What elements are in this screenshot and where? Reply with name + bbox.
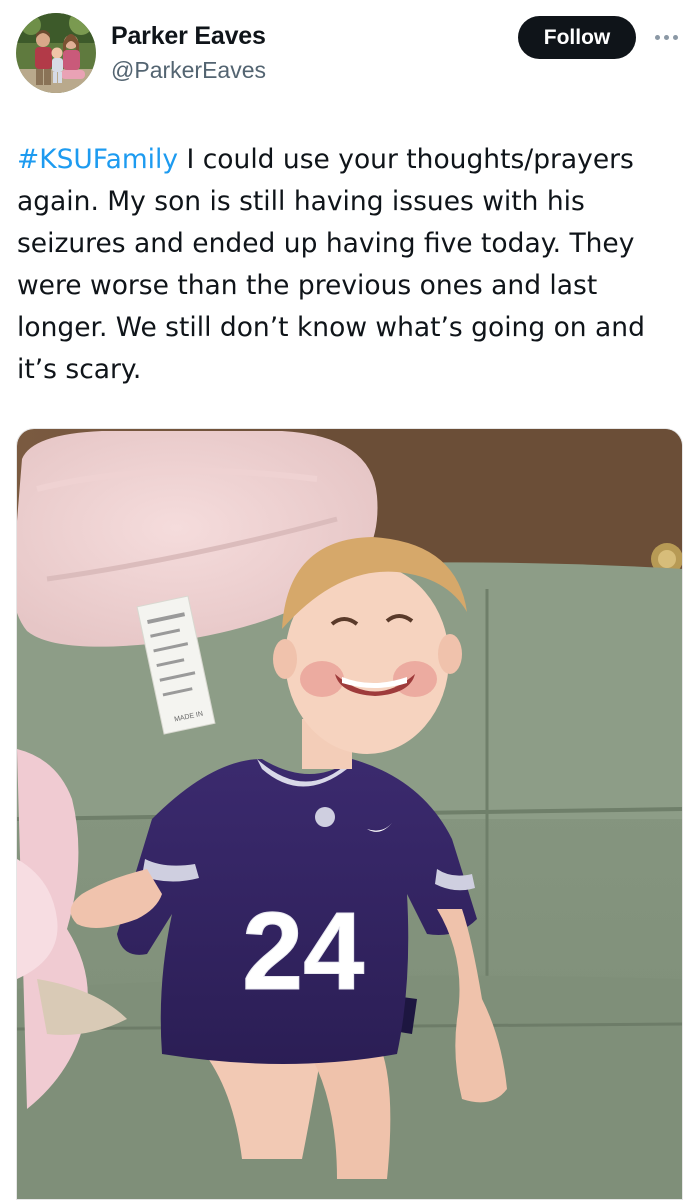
hashtag-link[interactable]: #KSUFamily: [17, 144, 178, 175]
more-options-icon[interactable]: [648, 24, 684, 50]
photo-child-on-couch: MADE IN 24: [17, 429, 682, 1199]
more-dot: [663, 34, 669, 40]
author-handle[interactable]: @ParkerEaves: [111, 57, 266, 84]
more-dot: [654, 34, 660, 40]
avatar[interactable]: [16, 13, 96, 93]
tweet-header: Parker Eaves @ParkerEaves Follow: [0, 0, 699, 110]
profile-photo-icon: [16, 13, 96, 93]
author-display-name[interactable]: Parker Eaves: [111, 22, 266, 51]
jersey-number: 24: [242, 890, 364, 1013]
tweet-body: I could use your thoughts/prayers again.…: [17, 144, 645, 385]
tweet-text: #KSUFamily I could use your thoughts/pra…: [17, 139, 685, 391]
more-dot: [672, 34, 678, 40]
follow-button[interactable]: Follow: [518, 16, 636, 59]
tweet-photo[interactable]: MADE IN 24: [16, 428, 683, 1200]
